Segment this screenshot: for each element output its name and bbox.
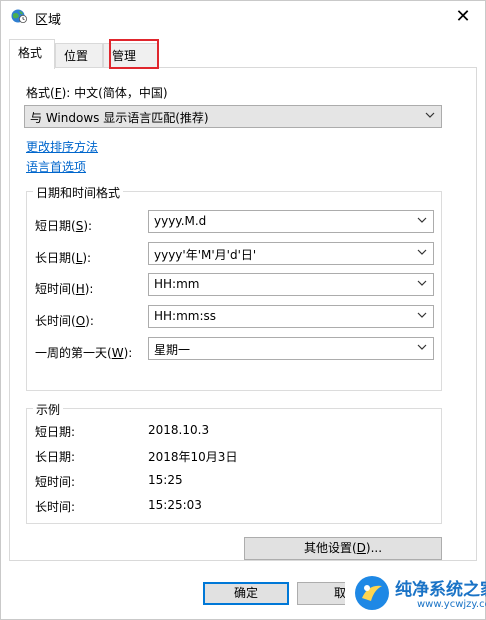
long-date-dropdown[interactable]: yyyy'年'M'月'd'日' [148, 242, 434, 265]
ok-button[interactable]: 确定 [203, 582, 289, 605]
format-label: 格式(F): 中文(简体，中国) [26, 86, 168, 100]
tab-location[interactable]: 位置 [55, 43, 103, 67]
watermark-logo-icon [355, 576, 389, 610]
chevron-down-icon [425, 112, 435, 118]
chevron-down-icon [417, 217, 427, 223]
change-sort-link[interactable]: 更改排序方法 [26, 138, 98, 155]
chevron-down-icon [417, 344, 427, 350]
example-long-time-value: 15:25:03 [148, 498, 202, 512]
globe-clock-icon [11, 9, 27, 23]
example-long-time-label: 长时间: [35, 500, 76, 514]
example-short-date-label: 短日期: [35, 425, 76, 439]
first-day-of-week-dropdown[interactable]: 星期一 [148, 337, 434, 360]
close-icon: ✕ [455, 6, 471, 27]
tab-administrative[interactable]: 管理 [103, 43, 159, 67]
title-bar: 区域 ✕ [1, 1, 485, 32]
example-long-date-value: 2018年10月3日 [148, 450, 238, 464]
example-short-time-value: 15:25 [148, 473, 183, 487]
site-watermark: 纯净系统之家 www.ycwjzy.com [345, 567, 486, 619]
short-date-label: 短日期(S): [35, 219, 93, 233]
region-dialog: 区域 ✕ 格式 位置 管理 格式(F): 中文(简体，中国) 与 Windows… [0, 0, 486, 620]
datetime-group: 日期和时间格式 短日期(S): yyyy.M.d 长日期(L): yyyy'年'… [26, 184, 442, 391]
datetime-group-title: 日期和时间格式 [33, 184, 124, 201]
chevron-down-icon [417, 312, 427, 318]
watermark-url: www.ycwjzy.com [417, 599, 486, 610]
short-time-dropdown[interactable]: HH:mm [148, 273, 434, 296]
format-dropdown[interactable]: 与 Windows 显示语言匹配(推荐) [24, 105, 442, 128]
example-short-date-value: 2018.10.3 [148, 423, 210, 437]
window-title: 区域 [35, 13, 62, 28]
example-short-time-label: 短时间: [35, 475, 76, 489]
examples-group-title: 示例 [33, 401, 64, 418]
first-day-of-week-label: 一周的第一天(W): [35, 346, 133, 360]
long-time-dropdown[interactable]: HH:mm:ss [148, 305, 434, 328]
chevron-down-icon [417, 280, 427, 286]
additional-settings-button[interactable]: 其他设置(D)... [244, 537, 442, 560]
format-panel: 格式(F): 中文(简体，中国) 与 Windows 显示语言匹配(推荐) 更改… [9, 67, 477, 561]
language-preferences-link[interactable]: 语言首选项 [26, 158, 86, 175]
long-date-label: 长日期(L): [35, 251, 92, 265]
watermark-text: 纯净系统之家 [395, 580, 486, 600]
close-button[interactable]: ✕ [441, 1, 485, 32]
chevron-down-icon [417, 249, 427, 255]
short-time-label: 短时间(H): [35, 282, 94, 296]
long-time-label: 长时间(O): [35, 314, 94, 328]
tab-format[interactable]: 格式 [9, 39, 55, 69]
format-dropdown-value: 与 Windows 显示语言匹配(推荐) [30, 111, 209, 125]
example-long-date-label: 长日期: [35, 450, 76, 464]
examples-group: 示例 短日期: 2018.10.3 长日期: 2018年10月3日 短时间: 1… [26, 401, 442, 524]
short-date-dropdown[interactable]: yyyy.M.d [148, 210, 434, 233]
